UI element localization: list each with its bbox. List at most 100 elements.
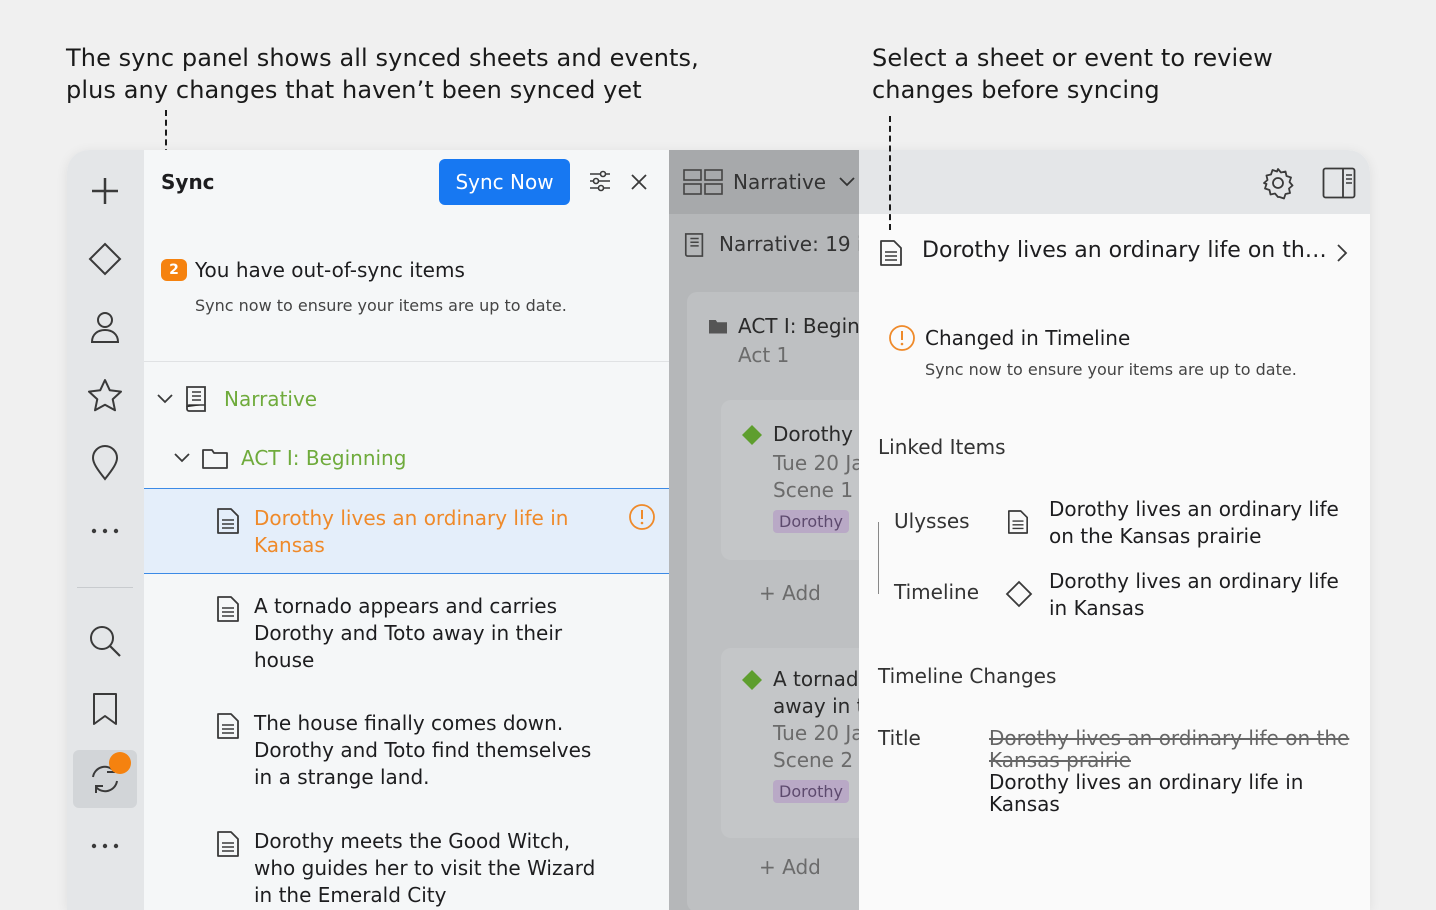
details-panel: Dorothy lives an ordinary life on th… Ch… <box>859 150 1370 910</box>
chevron-right-icon[interactable] <box>1336 243 1348 263</box>
book-icon <box>186 386 206 412</box>
book-icon <box>684 233 704 257</box>
folder-icon <box>709 320 727 334</box>
search-icon <box>90 626 121 657</box>
linked-item-ulysses[interactable]: Dorothy lives an ordinary life on the Ka… <box>1049 496 1349 550</box>
sync-item-label: Dorothy meets the Good Witch, who guides… <box>254 829 596 907</box>
status-title: Changed in Timeline <box>925 326 1131 350</box>
sync-item-label: The house finally comes down. Dorothy an… <box>254 711 592 789</box>
event-card-date: Tue 20 Ja <box>773 451 864 475</box>
tree-root-label: Narrative <box>224 387 318 411</box>
linked-app-ulysses: Ulysses <box>894 509 970 533</box>
settings-button[interactable] <box>1258 163 1298 203</box>
bookmarks-button[interactable] <box>73 680 137 738</box>
more-icon <box>91 843 119 849</box>
characters-button[interactable] <box>73 298 137 356</box>
sync-item-2[interactable]: A tornado appears and carries Dorothy an… <box>216 593 606 674</box>
chevron-down-icon <box>157 394 173 404</box>
sync-item-4[interactable]: Dorothy meets the Good Witch, who guides… <box>216 828 606 909</box>
plus-icon <box>92 178 118 204</box>
diamond-icon <box>88 242 122 276</box>
add-card-button[interactable]: + Add <box>759 581 821 605</box>
diamond-icon <box>742 425 762 445</box>
event-card-title-line2: away in t <box>773 694 865 718</box>
act-subtitle: Act 1 <box>738 343 790 367</box>
close-icon <box>631 174 647 190</box>
toggle-inspector-button[interactable] <box>1319 163 1359 203</box>
old-value: Dorothy lives an ordinary life on the Ka… <box>989 726 1350 772</box>
callout-right-pointer <box>889 116 891 230</box>
star-icon <box>88 379 122 412</box>
status-subtitle: Sync now to ensure your items are up to … <box>925 360 1297 379</box>
linked-items-bracket <box>878 522 879 594</box>
event-card-title: Dorothy <box>773 422 854 446</box>
details-toolbar <box>859 150 1370 214</box>
sync-item-3[interactable]: The house finally comes down. Dorothy an… <box>216 710 606 791</box>
filter-button[interactable] <box>585 166 615 196</box>
linked-item-timeline[interactable]: Dorothy lives an ordinary life in Kansas <box>1049 568 1349 622</box>
details-title[interactable]: Dorothy lives an ordinary life on th… <box>922 238 1327 263</box>
document-icon <box>217 596 239 622</box>
sidebar-rail <box>67 150 144 910</box>
more-bottom-button[interactable] <box>73 817 137 875</box>
favorites-button[interactable] <box>73 366 137 424</box>
callout-left: The sync panel shows all synced sheets a… <box>66 44 699 104</box>
folder-icon <box>202 449 228 469</box>
diamond-icon <box>742 670 762 690</box>
event-card-scene: Scene 1 <box>773 478 854 502</box>
location-pin-icon <box>91 445 119 481</box>
sync-item-label: Dorothy lives an ordinary life in Kansas <box>254 506 569 557</box>
bookmark-icon <box>93 693 117 725</box>
event-card-scene: Scene 2 <box>773 748 854 772</box>
sliders-icon <box>590 170 610 192</box>
rail-divider <box>77 587 133 588</box>
sync-item-label: A tornado appears and carries Dorothy an… <box>254 594 563 672</box>
tree-root-narrative[interactable]: Narrative <box>156 385 317 413</box>
change-field-label: Title <box>878 726 921 750</box>
gear-icon <box>1263 168 1294 200</box>
sync-panel: Sync Sync Now 2 You have out-of-sync item… <box>144 150 669 910</box>
document-icon <box>217 508 239 534</box>
view-switcher-label: Narrative <box>733 170 827 194</box>
sync-item-1[interactable]: Dorothy lives an ordinary life in Kansas <box>216 505 606 559</box>
sidebar-right-icon <box>1322 167 1356 199</box>
out-of-sync-count: 2 <box>161 259 187 281</box>
new-value: Dorothy lives an ordinary life in Kansas <box>989 770 1304 816</box>
event-card-tag: Dorothy <box>773 780 850 803</box>
linked-items-heading: Linked Items <box>878 435 1006 459</box>
search-button[interactable] <box>73 612 137 670</box>
event-card-tag: Dorothy <box>773 510 850 533</box>
document-icon <box>217 831 239 857</box>
close-button[interactable] <box>625 168 653 196</box>
timeline-changes-heading: Timeline Changes <box>878 664 1057 688</box>
event-card-date: Tue 20 Ja <box>773 721 864 745</box>
tree-group-act-1[interactable]: ACT I: Beginning <box>173 446 406 470</box>
notice-divider <box>144 361 669 362</box>
events-button[interactable] <box>73 230 137 288</box>
document-icon <box>880 240 902 266</box>
person-icon <box>90 312 120 343</box>
callout-right: Select a sheet or event to review change… <box>872 44 1273 104</box>
sync-button[interactable] <box>73 750 137 808</box>
more-top-button[interactable] <box>73 502 137 560</box>
add-card-button[interactable]: + Add <box>759 855 821 879</box>
board-view: Narrative Narrative: 19 i ACT I: Begin A… <box>669 150 887 910</box>
sync-notification-badge <box>109 752 131 774</box>
more-icon <box>91 528 119 534</box>
sync-now-button[interactable]: Sync Now <box>439 159 570 205</box>
warning-icon <box>628 503 656 531</box>
out-of-sync-notice: 2 You have out-of-sync items <box>161 258 465 282</box>
places-button[interactable] <box>73 434 137 492</box>
notice-subtitle: Sync now to ensure your items are up to … <box>195 296 567 315</box>
add-button[interactable] <box>73 162 137 220</box>
diamond-icon <box>1005 580 1033 608</box>
tree-group-label: ACT I: Beginning <box>241 446 407 470</box>
document-icon <box>217 713 239 739</box>
view-switcher[interactable]: Narrative <box>683 166 856 198</box>
sync-panel-title: Sync <box>161 170 215 194</box>
notice-title: You have out-of-sync items <box>195 258 465 282</box>
board-toolbar: Narrative <box>669 150 859 214</box>
warning-icon <box>889 325 915 351</box>
linked-app-timeline: Timeline <box>894 580 980 604</box>
chevron-down-icon <box>839 177 855 187</box>
